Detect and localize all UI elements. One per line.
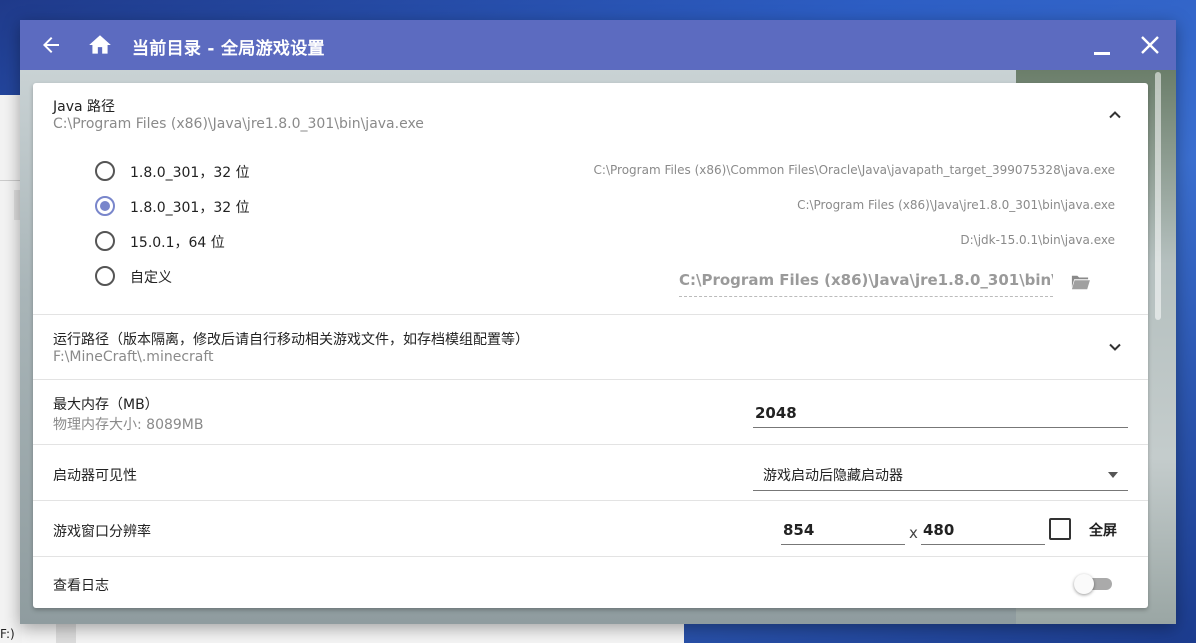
close-icon[interactable] (1138, 33, 1162, 57)
launcher-visibility-select[interactable]: 游戏启动后隐藏启动器 (753, 459, 1128, 491)
settings-card: Java 路径 C:\Program Files (x86)\Java\jre1… (33, 83, 1148, 608)
resolution-height-value: 480 (923, 521, 955, 539)
java-path-header[interactable]: Java 路径 C:\Program Files (x86)\Java\jre1… (33, 83, 1148, 143)
divider (33, 444, 1148, 445)
scrollbar-thumb[interactable] (1155, 72, 1161, 320)
launcher-visibility-value: 游戏启动后隐藏启动器 (763, 468, 903, 484)
max-memory-input[interactable]: 2048 (753, 400, 1128, 428)
resolution-label: 游戏窗口分辨率 (53, 524, 151, 540)
java-option-1[interactable]: 1.8.0_301，32 位 C:\Program Files (x86)\Co… (95, 160, 1115, 182)
java-option-3[interactable]: 15.0.1，64 位 D:\jdk-15.0.1\bin\java.exe (95, 230, 1115, 252)
divider (33, 500, 1148, 501)
scrollbar[interactable] (1155, 70, 1163, 624)
max-memory-label: 最大内存（MB） (53, 397, 159, 413)
titlebar: 当前目录 - 全局游戏设置 (20, 20, 1176, 70)
back-arrow-icon[interactable] (39, 33, 63, 57)
chevron-down-icon[interactable] (1107, 339, 1123, 355)
view-logs-label: 查看日志 (53, 578, 109, 594)
java-path-label: Java 路径 (53, 99, 116, 115)
custom-java-path-input[interactable]: C:\Program Files (x86)\Java\jre1.8.0_301… (679, 271, 1053, 297)
settings-window: 当前目录 - 全局游戏设置 Java 路径 C:\Program Files (… (20, 20, 1176, 624)
java-option-custom-label: 自定义 (130, 270, 172, 286)
fullscreen-checkbox[interactable] (1049, 518, 1071, 540)
resolution-width-input[interactable]: 854 (781, 517, 905, 545)
desktop-drive-label: F:) (0, 627, 15, 641)
run-path-header[interactable]: 运行路径（版本隔离，修改后请自行移动相关游戏文件，如存档模组配置等） F:\Mi… (33, 315, 1148, 379)
java-option-3-radio[interactable] (95, 231, 115, 251)
divider (33, 379, 1148, 380)
run-path-value: F:\MineCraft\.minecraft (53, 349, 214, 365)
java-option-2[interactable]: 1.8.0_301，32 位 C:\Program Files (x86)\Ja… (95, 195, 1115, 217)
run-path-label: 运行路径（版本隔离，修改后请自行移动相关游戏文件，如存档模组配置等） (53, 332, 529, 348)
java-option-custom[interactable]: 自定义 (95, 265, 675, 287)
home-icon[interactable] (87, 32, 113, 58)
resolution-width-value: 854 (783, 521, 815, 539)
java-path-current: C:\Program Files (x86)\Java\jre1.8.0_301… (53, 116, 424, 132)
launcher-visibility-label: 启动器可见性 (53, 468, 137, 484)
view-logs-toggle[interactable] (1074, 573, 1112, 594)
java-option-1-label: 1.8.0_301，32 位 (130, 165, 250, 181)
folder-icon[interactable] (1069, 273, 1091, 291)
dropdown-arrow-icon (1108, 472, 1118, 478)
toggle-knob (1074, 574, 1094, 594)
java-option-2-label: 1.8.0_301，32 位 (130, 200, 250, 216)
desktop-background-window: F:) (0, 95, 22, 643)
java-option-1-path: C:\Program Files (x86)\Common Files\Orac… (593, 163, 1115, 177)
resolution-separator: x (909, 524, 918, 542)
java-option-custom-radio[interactable] (95, 266, 115, 286)
fullscreen-label: 全屏 (1089, 523, 1117, 539)
max-memory-value: 2048 (755, 404, 797, 422)
java-option-3-path: D:\jdk-15.0.1\bin\java.exe (960, 233, 1115, 247)
divider (33, 556, 1148, 557)
java-option-3-label: 15.0.1，64 位 (130, 235, 225, 251)
minimize-icon[interactable] (1090, 34, 1114, 58)
desktop-divider (0, 180, 22, 181)
window-title: 当前目录 - 全局游戏设置 (132, 39, 325, 59)
resolution-height-input[interactable]: 480 (921, 517, 1045, 545)
physical-memory-info: 物理内存大小: 8089MB (53, 417, 204, 433)
java-option-1-radio[interactable] (95, 161, 115, 181)
chevron-up-icon[interactable] (1107, 107, 1123, 123)
java-option-2-path: C:\Program Files (x86)\Java\jre1.8.0_301… (797, 198, 1115, 212)
java-option-2-radio[interactable] (95, 196, 115, 216)
